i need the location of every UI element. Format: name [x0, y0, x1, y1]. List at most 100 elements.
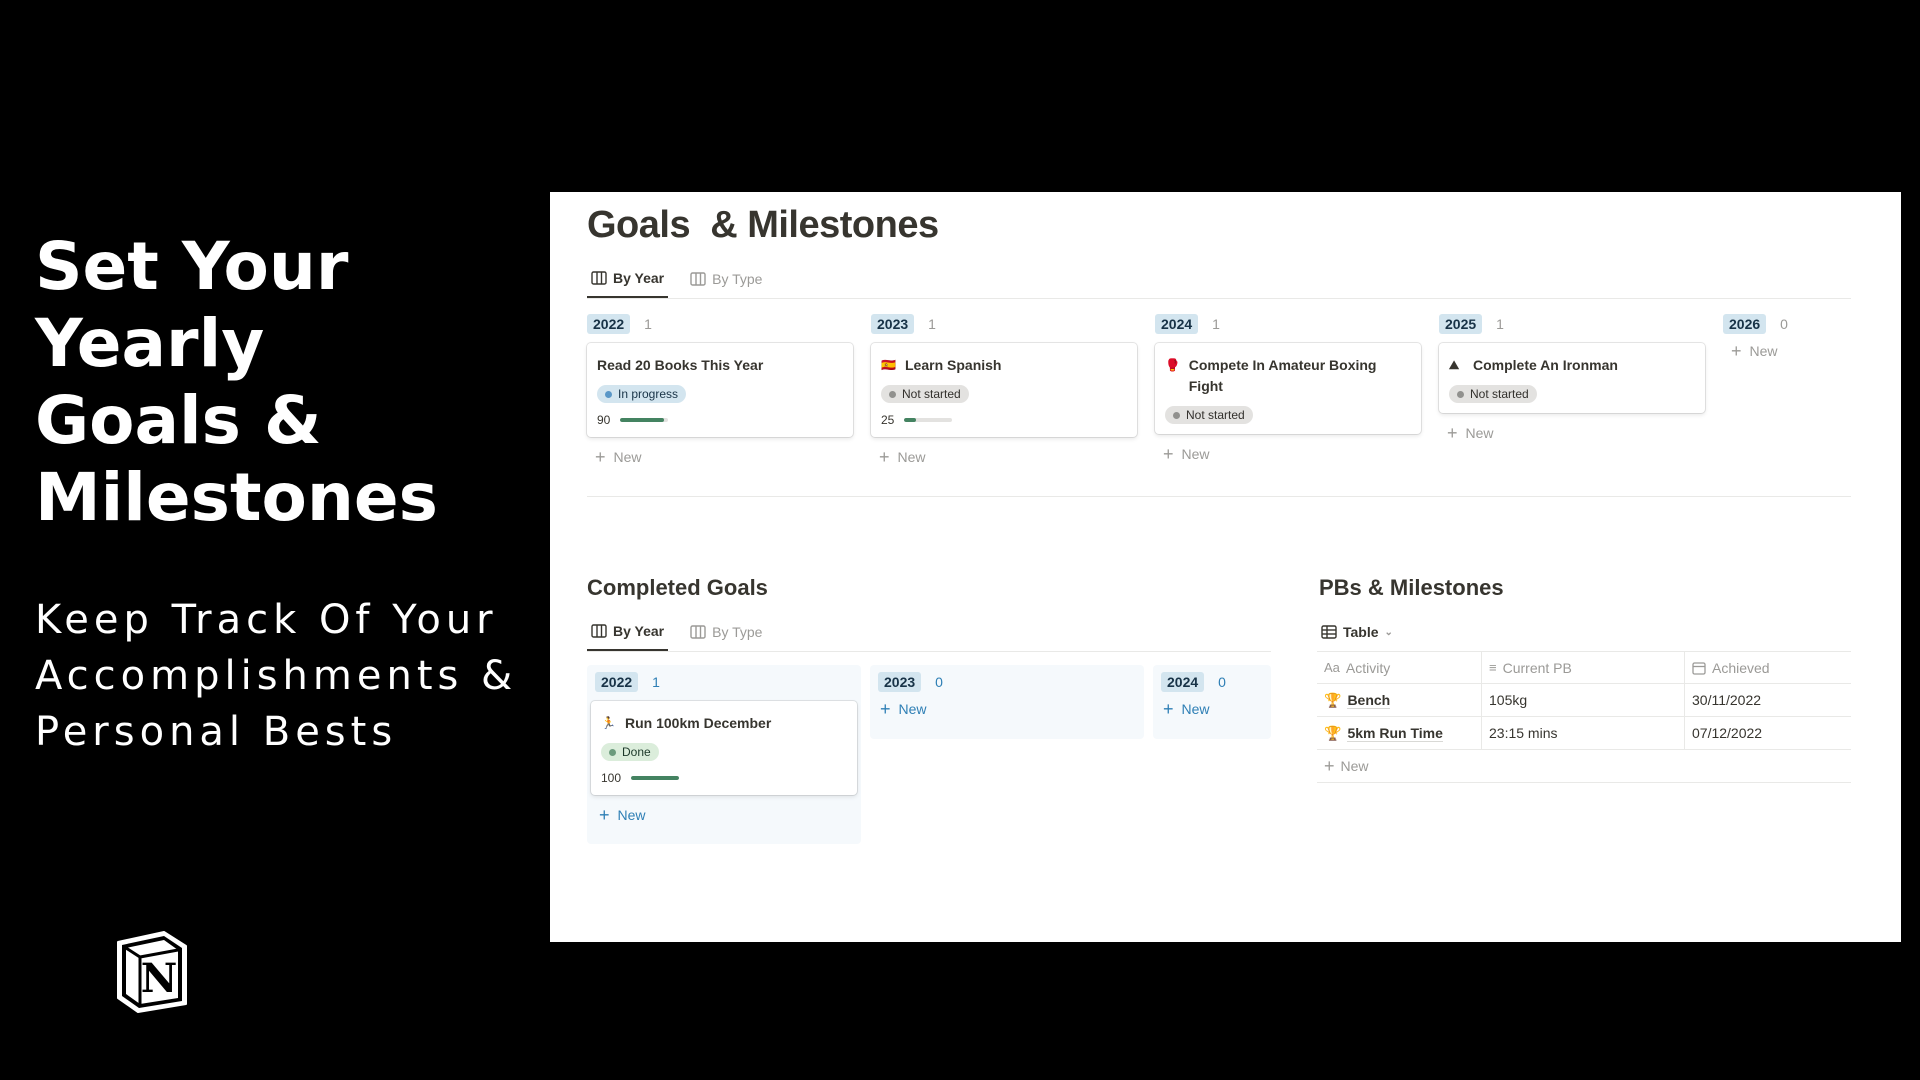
plus-icon: +	[1163, 444, 1174, 464]
activity-name[interactable]: 5km Run Time	[1347, 725, 1443, 742]
column-count: 1	[928, 316, 936, 332]
board-column-2026: 2026 0 + New	[1723, 313, 1851, 361]
tab-by-type[interactable]: By Type	[686, 260, 766, 298]
goals-view-tabs: By Year By Type	[587, 260, 766, 298]
hero-title-line: Goals &	[35, 382, 322, 459]
hero-subtitle: Keep Track Of Your Accomplishments & Per…	[35, 592, 555, 760]
progress: 90	[597, 413, 843, 427]
table-icon	[1321, 625, 1337, 639]
card-title: Read 20 Books This Year	[597, 357, 764, 373]
board-column-2025: 2025 1 ⛰ Complete An Ironman Not started +…	[1439, 313, 1705, 443]
achieved-date[interactable]: 07/12/2022	[1685, 717, 1851, 749]
notion-page: Goals & Milestones By Year By Type 2022 1…	[550, 192, 1901, 942]
year-pill: 2022	[595, 672, 639, 692]
tab-label: By Year	[613, 623, 665, 639]
tab-by-year[interactable]: By Year	[587, 613, 669, 651]
column-header-activity[interactable]: Aa Activity	[1317, 652, 1482, 683]
pb-value[interactable]: 105kg	[1482, 684, 1685, 716]
column-count: 1	[1496, 316, 1504, 332]
tab-by-type[interactable]: By Type	[686, 613, 766, 651]
year-pill: 2022	[587, 314, 631, 334]
progress-value: 90	[597, 413, 611, 427]
completed-column-2024: 2024 0 + New	[1153, 665, 1271, 739]
progress-value: 25	[881, 413, 895, 427]
new-card-button[interactable]: + New	[1439, 423, 1705, 443]
goal-card[interactable]: Read 20 Books This Year In progress 90	[587, 343, 853, 437]
table-row[interactable]: 🏆 5km Run Time 23:15 mins 07/12/2022	[1317, 717, 1851, 750]
hero-title-line: Set Your Yearly	[35, 228, 349, 382]
board-column-2023: 2023 1 🇪🇸 Learn Spanish Not started 25 + Ne…	[871, 313, 1137, 466]
status-badge: Not started	[1449, 385, 1537, 403]
column-count: 0	[935, 674, 943, 690]
goal-card[interactable]: ⛰ Complete An Ironman Not started	[1439, 343, 1705, 413]
plus-icon: +	[880, 699, 891, 719]
spain-flag-icon: 🇪🇸	[881, 358, 896, 372]
progress-bar	[904, 418, 953, 422]
card-title: Learn Spanish	[905, 357, 1002, 373]
column-count: 1	[652, 674, 660, 690]
hero-subtitle-line: Accomplishments &	[35, 653, 518, 699]
board-icon	[591, 271, 607, 285]
mountain-icon: ⛰	[1449, 358, 1460, 372]
progress-bar	[620, 418, 669, 422]
hero-title: Set Your Yearly Goals & Milestones	[35, 228, 555, 536]
board-icon	[690, 625, 706, 639]
new-card-button[interactable]: + New	[1161, 699, 1263, 719]
view-label: Table	[1343, 624, 1379, 640]
year-pill: 2024	[1161, 672, 1205, 692]
goal-card[interactable]: 🥊 Compete In Amateur Boxing Fight Not sta…	[1155, 343, 1421, 434]
calendar-icon	[1692, 661, 1706, 675]
year-pill: 2023	[871, 314, 915, 334]
goal-card[interactable]: 🇪🇸 Learn Spanish Not started 25	[871, 343, 1137, 437]
new-card-button[interactable]: + New	[1155, 444, 1421, 464]
view-selector-table[interactable]: Table ⌄	[1317, 613, 1397, 651]
new-row-button[interactable]: + New	[1317, 750, 1851, 783]
new-card-button[interactable]: + New	[871, 448, 1137, 466]
new-card-button[interactable]: + New	[1723, 341, 1851, 361]
year-pill: 2024	[1155, 314, 1199, 334]
pb-value[interactable]: 23:15 mins	[1482, 717, 1685, 749]
boxing-glove-icon: 🥊	[1165, 358, 1180, 372]
divider	[587, 651, 1271, 652]
plus-icon: +	[1447, 423, 1458, 443]
lines-property-icon: ≡	[1489, 660, 1497, 675]
trophy-icon: 🏆	[1324, 724, 1342, 741]
completed-view-tabs: By Year By Type	[587, 613, 766, 651]
tab-by-year[interactable]: By Year	[587, 260, 669, 298]
progress: 25	[881, 413, 1127, 427]
hero-subtitle-line: Personal Bests	[35, 709, 398, 755]
board-icon	[591, 624, 607, 638]
completed-column-2022: 2022 1 🏃 Run 100km December Done 100 + New	[587, 665, 861, 844]
trophy-icon: 🏆	[1324, 691, 1342, 708]
new-card-button[interactable]: + New	[878, 699, 1136, 719]
hero-title-line: Milestones	[35, 459, 438, 536]
status-badge: Not started	[1165, 406, 1253, 424]
plus-icon: +	[1163, 699, 1174, 719]
page-title: Goals & Milestones	[587, 204, 939, 246]
status-badge: Not started	[881, 385, 969, 403]
new-card-button[interactable]: + New	[591, 805, 857, 825]
text-property-icon: Aa	[1324, 660, 1340, 675]
section-title-completed: Completed Goals	[587, 575, 768, 600]
achieved-date[interactable]: 30/11/2022	[1685, 684, 1851, 716]
year-pill: 2026	[1723, 314, 1767, 334]
tab-label: By Type	[712, 624, 763, 640]
plus-icon: +	[599, 805, 610, 825]
divider	[587, 496, 1851, 497]
divider	[587, 298, 1851, 299]
column-header-current-pb[interactable]: ≡ Current PB	[1482, 652, 1685, 683]
plus-icon: +	[1324, 755, 1335, 776]
progress: 100	[601, 771, 847, 785]
goal-card[interactable]: 🏃 Run 100km December Done 100	[591, 701, 857, 795]
progress-bar	[631, 776, 680, 780]
table-row[interactable]: 🏆 Bench 105kg 30/11/2022	[1317, 684, 1851, 717]
new-card-button[interactable]: + New	[587, 448, 853, 466]
svg-text:N: N	[141, 955, 178, 1002]
status-badge: Done	[601, 743, 659, 761]
notion-logo-icon: N	[117, 931, 187, 1013]
plus-icon: +	[1731, 341, 1742, 361]
activity-name[interactable]: Bench	[1347, 692, 1391, 709]
column-header-achieved[interactable]: Achieved	[1685, 652, 1851, 683]
board-column-2024: 2024 1 🥊 Compete In Amateur Boxing Fight N…	[1155, 313, 1421, 464]
status-badge: In progress	[597, 385, 687, 403]
